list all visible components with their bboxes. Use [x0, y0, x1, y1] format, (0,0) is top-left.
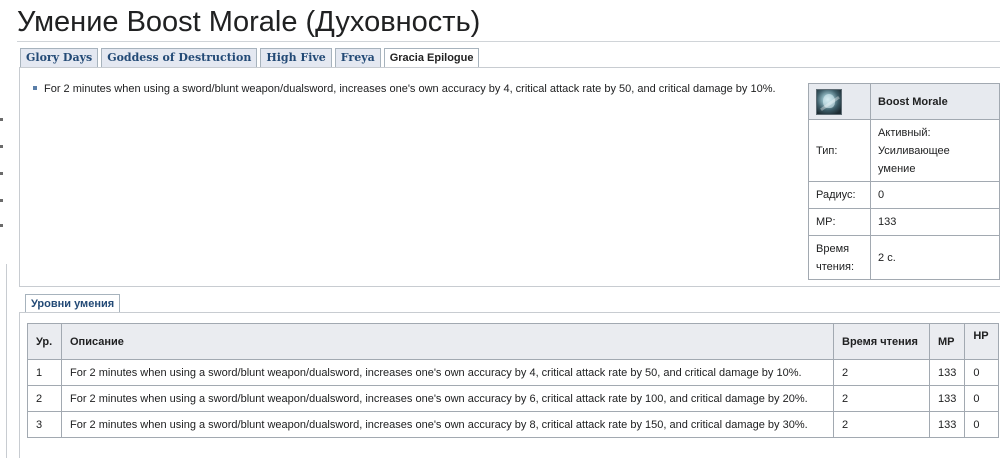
- boost-morale-skill-icon: [816, 88, 842, 115]
- header-cast-time: Время чтения: [833, 323, 930, 360]
- tab-goddess-of-destruction[interactable]: Goddess of Destruction: [101, 48, 258, 67]
- cell-mp: 133: [928, 411, 966, 438]
- infobox-icon-cell: [807, 83, 872, 120]
- infobox-mp-label: MP:: [807, 208, 872, 236]
- cell-hp: 0: [964, 411, 1000, 438]
- infobox-cast-value: 2 с.: [870, 235, 1000, 280]
- skill-levels-table: Ур. Описание Время чтения MP HP 1 For 2 …: [27, 323, 1000, 438]
- tab-gracia-epilogue[interactable]: Gracia Epilogue: [383, 48, 480, 68]
- cell-cast-time: 2: [833, 359, 930, 386]
- type-line-1: Активный:: [878, 126, 931, 139]
- tab-glory-days[interactable]: Glory Days: [20, 48, 99, 67]
- cast-label-line-1: Время: [816, 242, 850, 255]
- tab-high-five[interactable]: High Five: [260, 48, 332, 67]
- tab-skill-levels[interactable]: Уровни умения: [25, 294, 121, 313]
- infobox-type-label: Тип:: [807, 119, 872, 182]
- cell-mp: 133: [928, 385, 966, 412]
- type-line-2: Усиливающее: [878, 144, 950, 157]
- cell-mp: 133: [928, 359, 966, 386]
- version-tabs: Glory Days Goddess of Destruction High F…: [20, 48, 480, 68]
- table-row: 2 For 2 minutes when using a sword/blunt…: [27, 385, 1000, 412]
- tab-freya[interactable]: Freya: [334, 48, 381, 67]
- sidebar-bullet: [0, 118, 3, 121]
- cell-cast-time: 2: [833, 385, 930, 412]
- description-text: For 2 minutes when using a sword/blunt w…: [44, 83, 776, 95]
- left-sidebar-edge: [0, 0, 12, 458]
- skill-infobox: Boost Morale Тип: Активный: Усиливающее …: [807, 83, 1000, 280]
- cell-description: For 2 minutes when using a sword/blunt w…: [61, 411, 834, 438]
- infobox-cast-label: Время чтения:: [807, 235, 872, 280]
- cell-level: 3: [27, 411, 62, 438]
- table-row: 3 For 2 minutes when using a sword/blunt…: [27, 411, 1000, 438]
- sidebar-bullet: [0, 199, 3, 202]
- infobox-radius-label: Радиус:: [807, 181, 872, 209]
- sidebar-bullet: [0, 172, 3, 175]
- infobox-skill-name: Boost Morale: [870, 83, 1000, 120]
- cast-label-line-2: чтения:: [816, 260, 854, 273]
- cell-hp: 0: [964, 359, 1000, 386]
- infobox-mp-value: 133: [870, 208, 1000, 236]
- sidebar-divider: [6, 264, 7, 458]
- type-line-3: умение: [878, 162, 916, 175]
- page-title: Умение Boost Morale (Духовность): [17, 6, 481, 38]
- sidebar-bullet: [0, 145, 3, 148]
- header-hp: HP: [964, 323, 1000, 360]
- cell-level: 1: [27, 359, 62, 386]
- infobox-type-value: Активный: Усиливающее умение: [870, 119, 1000, 182]
- cell-description: For 2 minutes when using a sword/blunt w…: [61, 359, 834, 386]
- header-level: Ур.: [27, 323, 62, 360]
- header-description: Описание: [61, 323, 834, 360]
- bullet-icon: [33, 86, 37, 91]
- infobox-radius-value: 0: [870, 181, 1000, 209]
- table-row: 1 For 2 minutes when using a sword/blunt…: [27, 359, 1000, 386]
- cell-description: For 2 minutes when using a sword/blunt w…: [61, 385, 834, 412]
- cell-hp: 0: [964, 385, 1000, 412]
- sidebar-bullet: [0, 224, 3, 227]
- cell-cast-time: 2: [833, 411, 930, 438]
- header-mp: MP: [928, 323, 966, 360]
- skill-description: For 2 minutes when using a sword/blunt w…: [33, 82, 776, 96]
- cell-level: 2: [27, 385, 62, 412]
- title-divider: [17, 41, 1000, 42]
